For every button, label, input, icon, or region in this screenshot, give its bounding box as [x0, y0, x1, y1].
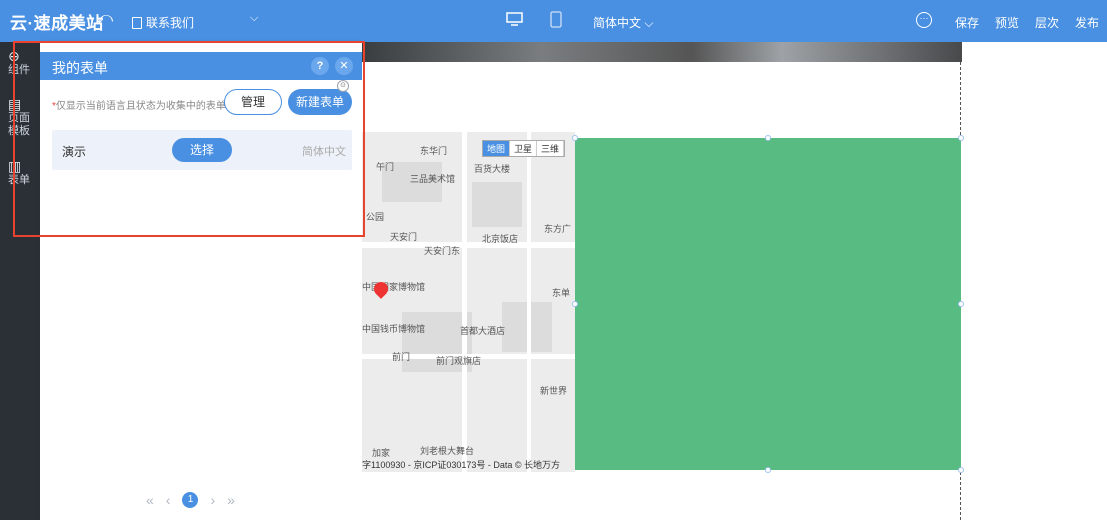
- map-label: 百货大楼: [474, 164, 511, 174]
- delete-badge-icon[interactable]: ⊙: [337, 80, 349, 92]
- left-rail: ⊕ 组件 ▤ 页面 模板 ▥ 表单: [0, 42, 40, 520]
- form-language: 简体中文: [302, 146, 346, 158]
- rail-item-components[interactable]: ⊕ 组件: [0, 48, 40, 77]
- my-forms-panel: 我的表单 ? ✕ *仅显示当前语言且状态为收集中的表单 管理 新建表单 ⊙ 演示…: [40, 42, 362, 520]
- help-icon[interactable]: ?: [311, 57, 329, 75]
- rail-item-templates[interactable]: ▤ 页面 模板: [0, 96, 40, 138]
- more-icon[interactable]: ···: [916, 12, 932, 28]
- page-template-icon: ▤: [8, 96, 22, 112]
- map-label: 前门观旗店: [436, 356, 482, 366]
- rail-item-label: 表单: [8, 174, 30, 186]
- first-page-icon[interactable]: «: [146, 492, 154, 508]
- note-text: 仅显示当前语言且状态为收集中的表单: [55, 101, 226, 112]
- map-label: 首都大酒店: [460, 326, 506, 336]
- resize-handle[interactable]: [572, 135, 578, 141]
- add-circle-icon: ⊕: [8, 48, 20, 64]
- map-label: 中国钱币博物馆: [362, 324, 426, 334]
- resize-handle[interactable]: [765, 135, 771, 141]
- map-label: 公园: [366, 212, 385, 222]
- map-type-switch: 地图 卫星 三维: [482, 140, 566, 157]
- rail-item-label: 页面 模板: [8, 112, 30, 137]
- layers-button[interactable]: 层次: [1035, 14, 1059, 31]
- map-label: 东华门: [420, 146, 448, 156]
- resize-handle[interactable]: [572, 301, 578, 307]
- resize-handle[interactable]: [958, 301, 964, 307]
- manage-button[interactable]: 管理: [224, 89, 282, 115]
- map-label: 新世界: [540, 386, 568, 396]
- map-widget[interactable]: 东华门 午门 三品美术馆 百货大楼 公园 天安门 北京饭店 东方广 天安门东 中…: [362, 132, 575, 472]
- app-logo: 云·速成美站: [10, 14, 104, 33]
- form-filter-note: *仅显示当前语言且状态为收集中的表单: [52, 97, 226, 112]
- pagination: « ‹ 1 › »: [146, 492, 235, 508]
- form-name: 演示: [62, 145, 87, 159]
- close-icon[interactable]: ✕: [335, 57, 353, 75]
- banner-image: [362, 42, 962, 62]
- resize-handle[interactable]: [765, 467, 771, 473]
- last-page-icon[interactable]: »: [227, 492, 235, 508]
- undo-icon[interactable]: ⤺: [96, 10, 113, 28]
- map-label: 东单: [552, 288, 571, 298]
- chevron-down-icon[interactable]: ⌵: [250, 12, 258, 25]
- editor-canvas: 东华门 午门 三品美术馆 百货大楼 公园 天安门 北京饭店 东方广 天安门东 中…: [362, 42, 1107, 520]
- desktop-icon[interactable]: [506, 12, 523, 26]
- page-selector[interactable]: 联系我们: [132, 14, 194, 31]
- map-label: 刘老根大舞台: [420, 446, 475, 456]
- map-label: 前门: [392, 352, 411, 362]
- mobile-icon[interactable]: [550, 11, 562, 28]
- page-number[interactable]: 1: [182, 492, 199, 508]
- save-button[interactable]: 保存: [955, 14, 979, 31]
- select-button[interactable]: 选择: [172, 138, 232, 162]
- panel-header: 我的表单 ? ✕: [40, 52, 362, 80]
- map-label: 中国国家博物馆: [362, 282, 426, 292]
- map-label: 三品美术馆: [410, 174, 456, 184]
- map-tab-satellite[interactable]: 卫星: [510, 141, 538, 156]
- resize-handle[interactable]: [958, 467, 964, 473]
- language-selector[interactable]: 简体中文 ⌵: [593, 14, 653, 31]
- new-form-button[interactable]: 新建表单: [288, 89, 352, 115]
- map-label: 午门: [376, 162, 395, 172]
- page-selector-label: 联系我们: [146, 16, 195, 30]
- page-icon: [132, 16, 142, 29]
- resize-handle[interactable]: [958, 135, 964, 141]
- top-toolbar: 云·速成美站 ⤺ 联系我们 ⌵ 简体中文 ⌵ ··· 保存 预览 层次 发布: [0, 0, 1107, 42]
- map-label: 北京饭店: [482, 234, 519, 244]
- next-page-icon[interactable]: ›: [210, 492, 215, 508]
- map-tab-map[interactable]: 地图: [483, 141, 511, 156]
- map-label: 东方广: [544, 224, 572, 234]
- preview-button[interactable]: 预览: [995, 14, 1019, 31]
- map-label: 天安门: [390, 232, 418, 242]
- map-label: 天安门东: [424, 246, 461, 256]
- map-tab-3d[interactable]: 三维: [537, 141, 565, 156]
- green-block[interactable]: [575, 138, 961, 470]
- panel-title: 我的表单: [52, 60, 108, 76]
- prev-page-icon[interactable]: ‹: [166, 492, 171, 508]
- rail-item-label: 组件: [8, 64, 30, 76]
- publish-button[interactable]: 发布: [1075, 14, 1099, 31]
- map-copyright: 字1100930 - 京ICP证030173号 - Data © 长地万方: [362, 460, 561, 470]
- form-icon: ▥: [8, 158, 22, 174]
- list-item: 演示 选择 简体中文: [52, 130, 352, 170]
- rail-item-forms[interactable]: ▥ 表单: [0, 158, 40, 187]
